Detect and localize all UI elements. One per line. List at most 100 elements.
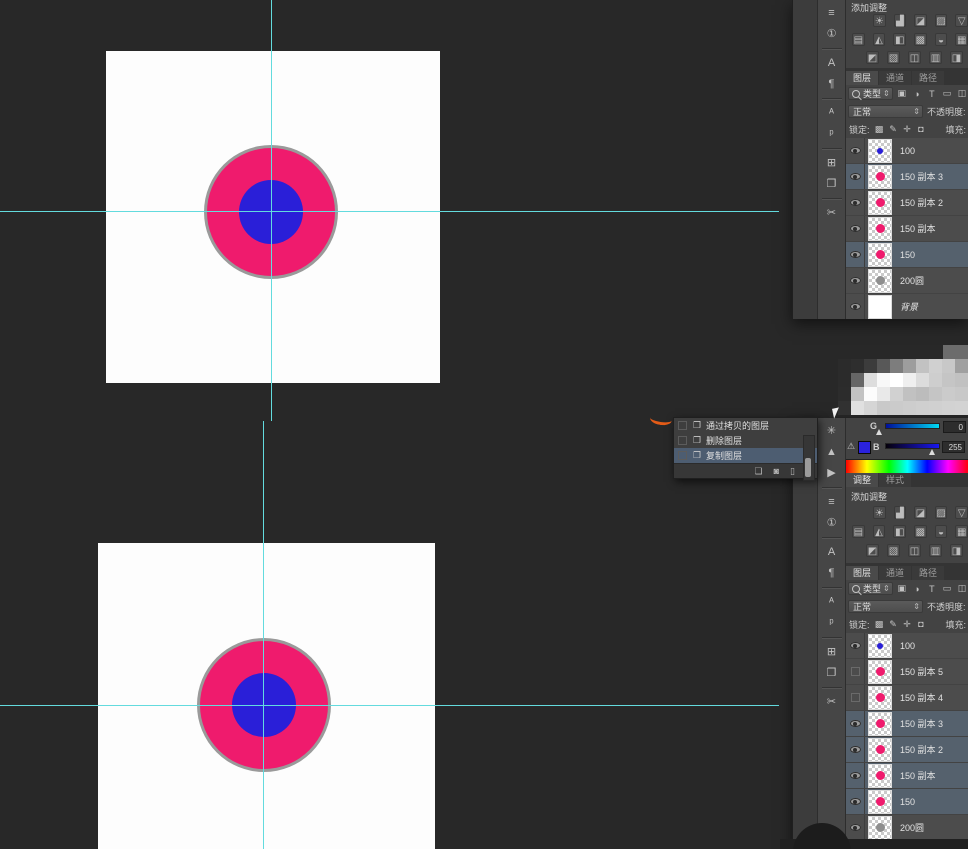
brightness-contrast-icon[interactable]: ☀ (873, 14, 886, 27)
lock-paint-icon[interactable]: ✎ (887, 124, 900, 135)
tab-paths[interactable]: 路径 (912, 566, 944, 580)
visibility-toggle[interactable] (846, 633, 865, 658)
layer-row[interactable]: 150 (846, 242, 968, 267)
layer-row[interactable]: 150 副本 4 (846, 685, 968, 710)
layer-row[interactable]: 150 副本 2 (846, 190, 968, 215)
history-brush-well[interactable] (678, 436, 687, 445)
posterize-icon[interactable]: ▧ (887, 544, 900, 557)
black-white-icon[interactable]: ◧ (893, 33, 906, 46)
filter-smart-objects-icon[interactable]: ◫ (956, 88, 968, 99)
filter-adjustment-layers-icon[interactable]: ◑ (911, 89, 923, 99)
tab-styles[interactable]: 样式 (879, 473, 911, 487)
threshold-icon[interactable]: ◫ (908, 51, 921, 64)
dock-divider[interactable] (822, 687, 842, 689)
layer-row[interactable]: 100 (846, 633, 968, 658)
layer-thumbnail[interactable] (868, 738, 892, 762)
new-snapshot-icon[interactable]: ◙ (774, 466, 779, 476)
layer-thumbnail[interactable] (868, 660, 892, 684)
dock-divider[interactable] (822, 587, 842, 589)
filter-shape-layers-icon[interactable]: ▭ (941, 583, 953, 594)
character-panel-icon[interactable]: A (822, 543, 842, 562)
history-brush-well[interactable] (678, 421, 687, 430)
lock-transparency-icon[interactable]: ▩ (873, 124, 886, 135)
curves-icon[interactable]: ◪ (914, 14, 927, 27)
dock-divider[interactable] (822, 48, 842, 50)
visibility-toggle[interactable] (846, 294, 865, 319)
layer-thumbnail[interactable] (868, 764, 892, 788)
dock-divider[interactable] (822, 487, 842, 489)
blend-mode-dropdown[interactable]: 正常 ⇕ (848, 600, 923, 613)
visibility-toggle[interactable] (846, 216, 865, 241)
navigator-panel-icon[interactable]: ❐ (822, 175, 842, 194)
filter-type-layers-icon[interactable]: T (926, 89, 938, 99)
vertical-guide-bottom[interactable] (263, 421, 264, 849)
dock-divider[interactable] (822, 537, 842, 539)
visibility-toggle[interactable] (846, 789, 865, 814)
clone-source-icon[interactable]: ≡ (822, 4, 842, 23)
gamut-warning-icon[interactable]: ⚠ (847, 441, 855, 452)
tab-paths[interactable]: 路径 (912, 71, 944, 85)
layer-thumbnail[interactable] (868, 634, 892, 658)
visibility-toggle[interactable] (846, 242, 865, 267)
visibility-toggle[interactable] (846, 659, 865, 684)
hue-saturation-icon[interactable]: ▤ (852, 525, 865, 538)
layer-row[interactable]: 100 (846, 138, 968, 163)
actions-panel-icon[interactable]: ▶ (822, 464, 842, 483)
horizontal-guide-bottom[interactable] (0, 705, 779, 706)
blend-mode-dropdown[interactable]: 正常 ⇕ (848, 105, 923, 118)
info-panel-icon[interactable]: ① (822, 514, 842, 533)
lock-position-icon[interactable]: ✛ (901, 124, 914, 135)
threshold-icon[interactable]: ◫ (908, 544, 921, 557)
color-lookup-icon[interactable]: ▦ (955, 33, 968, 46)
paragraph-panel-icon[interactable]: ¶ (822, 564, 842, 583)
green-channel-slider[interactable] (885, 423, 940, 429)
color-lookup-icon[interactable]: ▦ (955, 525, 968, 538)
character-styles-icon[interactable]: ᴬ (822, 104, 842, 123)
measure-panel-icon[interactable]: ✂ (822, 204, 842, 223)
posterize-icon[interactable]: ▧ (887, 51, 900, 64)
layer-row[interactable]: 200圆 (846, 815, 968, 840)
layer-row[interactable]: 150 副本 2 (846, 737, 968, 762)
vibrance-icon[interactable]: ▽ (955, 14, 968, 27)
green-value-field[interactable]: 0 (943, 421, 966, 433)
visibility-toggle[interactable] (846, 268, 865, 293)
layer-thumbnail[interactable] (868, 686, 892, 710)
info-panel-icon[interactable]: ① (822, 25, 842, 44)
clone-source-icon[interactable]: ≡ (822, 493, 842, 512)
filter-type-dropdown[interactable]: 类型 ⇕ (848, 582, 893, 595)
horizontal-guide-top[interactable] (0, 211, 779, 212)
layer-thumbnail[interactable] (868, 191, 892, 215)
green-slider-handle[interactable] (876, 429, 882, 435)
filter-type-dropdown[interactable]: 类型 ⇕ (848, 87, 893, 100)
scrollbar-thumb[interactable] (805, 458, 811, 477)
blue-slider-handle[interactable] (929, 449, 935, 455)
black-white-icon[interactable]: ◧ (893, 525, 906, 538)
layer-thumbnail[interactable] (868, 269, 892, 293)
invert-icon[interactable]: ◩ (866, 51, 879, 64)
exposure-icon[interactable]: ▨ (935, 14, 948, 27)
color-balance-icon[interactable]: ◭ (873, 525, 886, 538)
filter-shape-layers-icon[interactable]: ▭ (941, 88, 953, 99)
layer-thumbnail[interactable] (868, 217, 892, 241)
history-brush-well[interactable] (678, 451, 687, 460)
layer-row[interactable]: 150 副本 (846, 216, 968, 241)
filter-pixel-layers-icon[interactable]: ▣ (896, 583, 908, 594)
layer-row[interactable]: 150 副本 5 (846, 659, 968, 684)
history-state-layer-via-copy[interactable]: ❐ 通过拷贝的图层 (674, 418, 817, 433)
visibility-toggle[interactable] (846, 685, 865, 710)
delete-state-icon[interactable]: ▯ (790, 466, 795, 477)
dock-divider[interactable] (822, 637, 842, 639)
layer-row[interactable]: 150 (846, 789, 968, 814)
dock-divider[interactable] (822, 148, 842, 150)
lock-all-icon[interactable]: ◘ (915, 124, 928, 134)
photo-filter-icon[interactable]: ▩ (914, 33, 927, 46)
filter-adjustment-layers-icon[interactable]: ◑ (911, 584, 923, 594)
photo-filter-icon[interactable]: ▩ (914, 525, 927, 538)
new-document-from-state-icon[interactable]: ❏ (755, 466, 763, 477)
visibility-toggle[interactable] (846, 815, 865, 840)
layer-row[interactable]: 200圆 (846, 268, 968, 293)
visibility-toggle[interactable] (846, 737, 865, 762)
tab-layers[interactable]: 图层 (846, 566, 878, 580)
gradient-map-icon[interactable]: ▥ (929, 544, 942, 557)
histogram-panel-icon[interactable]: ⊞ (822, 154, 842, 173)
